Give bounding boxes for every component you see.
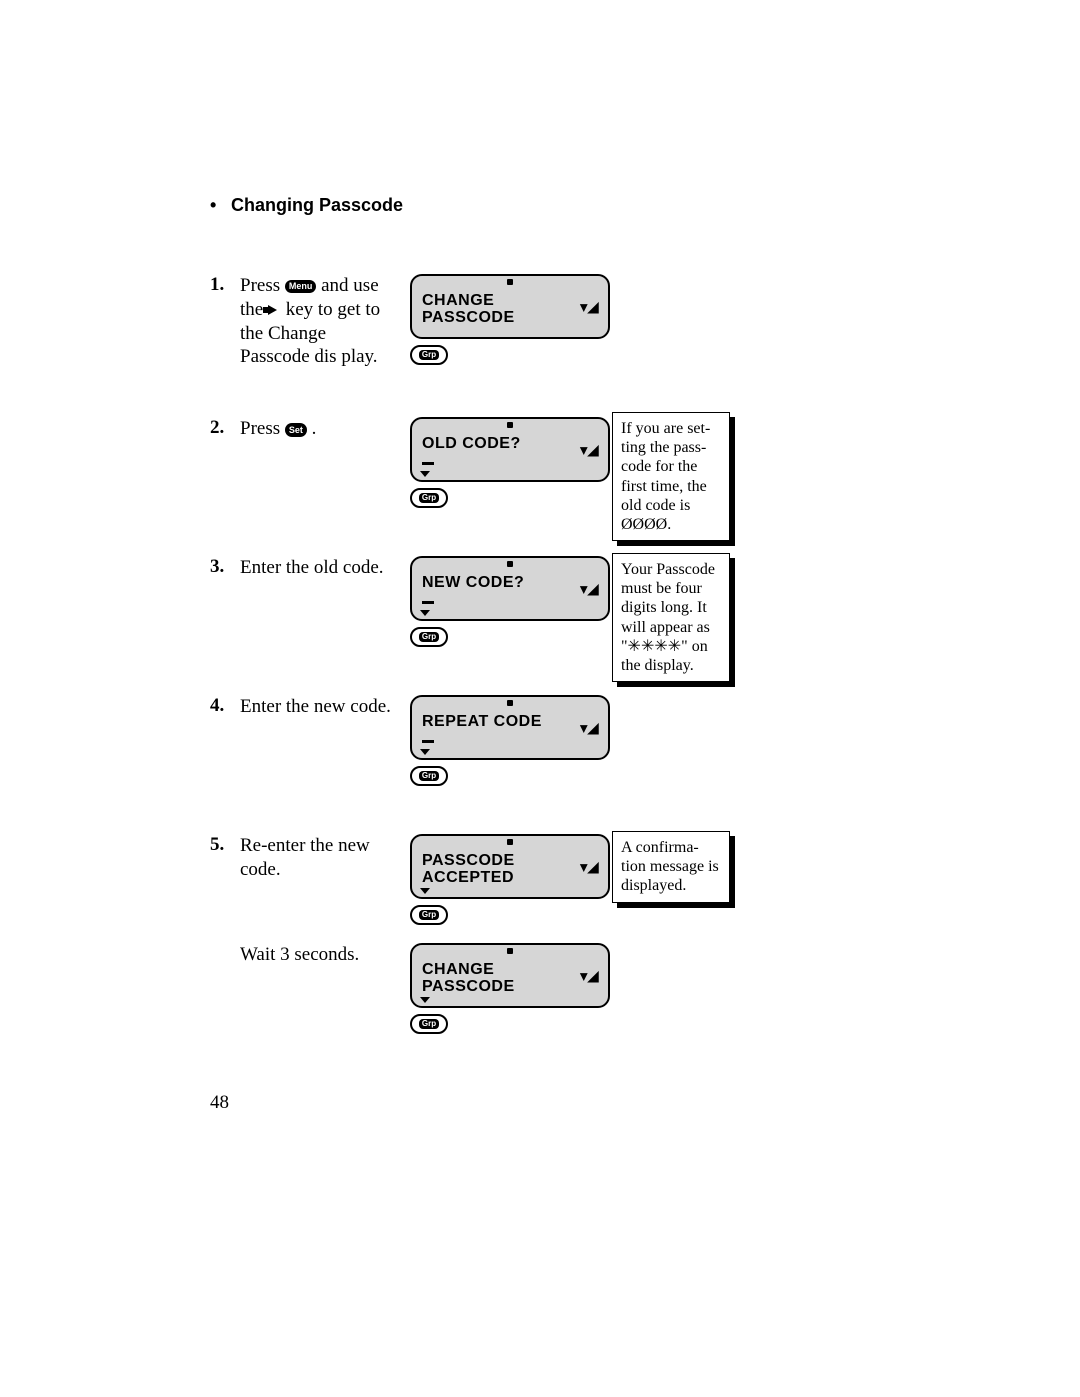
screen-line1: REPEAT CODE [422, 714, 598, 731]
screen-column: ▾◢ CHANGE PASSCODE Grp [410, 274, 625, 365]
note-box: Your Passcode must be four digits long. … [612, 553, 730, 682]
signal-icon: ▾◢ [580, 859, 599, 874]
grp-button: Grp [410, 345, 448, 365]
note-box: A confirma- tion message is displayed. [612, 831, 730, 903]
menu-icon: Menu [285, 280, 317, 293]
arrow-down-icon [420, 997, 430, 1003]
screen-line2: PASSCODE [422, 979, 598, 996]
screen-dot-icon [507, 948, 513, 954]
set-icon: Set [285, 423, 307, 437]
note-box: If you are set- ting the pass- code for … [612, 412, 730, 541]
arrow-right-icon [268, 305, 277, 315]
screen-column: ▾◢ PASSCODE ACCEPTED Grp [410, 834, 625, 925]
lcd-screen: ▾◢ CHANGE PASSCODE [410, 943, 610, 1008]
grp-button: Grp [410, 488, 448, 508]
step-wait: Wait 3 seconds. ▾◢ CHANGE PASSCODE Grp [210, 943, 870, 1034]
screen-line2: PASSCODE [422, 310, 598, 327]
screen-line2: ACCEPTED [422, 870, 598, 887]
lcd-screen: ▾◢ PASSCODE ACCEPTED [410, 834, 610, 899]
lcd-screen: ▾◢ OLD CODE? [410, 417, 610, 482]
step-instruction: Enter the old code. [240, 556, 410, 580]
screen-dot-icon [507, 839, 513, 845]
arrow-down-icon [420, 888, 430, 894]
step-3: 3. Enter the old code. ▾◢ NEW CODE? Grp … [210, 556, 870, 647]
lcd-screen: ▾◢ NEW CODE? [410, 556, 610, 621]
step-1: 1. Press Menu and use the key to get to … [210, 274, 870, 369]
signal-icon: ▾◢ [580, 581, 599, 596]
grp-button: Grp [410, 905, 448, 925]
screen-dot-icon [507, 700, 513, 706]
screen-column: ▾◢ CHANGE PASSCODE Grp [410, 943, 625, 1034]
screen-line1: PASSCODE [422, 853, 598, 870]
arrow-down-icon [420, 610, 430, 616]
screen-column: ▾◢ REPEAT CODE Grp [410, 695, 625, 786]
step-number: 4. [210, 695, 240, 717]
signal-icon: ▾◢ [580, 442, 599, 457]
grp-button: Grp [410, 1014, 448, 1034]
step-2: 2. Press Set . ▾◢ OLD CODE? Grp If you a… [210, 417, 870, 508]
step-number: 5. [210, 834, 240, 856]
screen-line1: CHANGE [422, 293, 598, 310]
step-instruction: Wait 3 seconds. [240, 943, 410, 967]
step-instruction: Enter the new code. [240, 695, 410, 719]
steps-list: 1. Press Menu and use the key to get to … [210, 274, 870, 1034]
step-instruction: Press Menu and use the key to get to the… [240, 274, 410, 369]
page-number: 48 [210, 1092, 229, 1114]
signal-icon: ▾◢ [580, 299, 599, 314]
cursor-icon [422, 601, 434, 604]
screen-dot-icon [507, 279, 513, 285]
signal-icon: ▾◢ [580, 968, 599, 983]
lcd-screen: ▾◢ CHANGE PASSCODE [410, 274, 610, 339]
screen-column: ▾◢ OLD CODE? Grp [410, 417, 625, 508]
step-instruction: Re-enter the new code. [240, 834, 410, 882]
section-title: • Changing Passcode [210, 195, 870, 216]
grp-button: Grp [410, 766, 448, 786]
page-content: • Changing Passcode 1. Press Menu and us… [210, 195, 870, 1034]
screen-line1: OLD CODE? [422, 436, 598, 453]
arrow-down-icon [420, 471, 430, 477]
bullet-icon: • [210, 195, 226, 216]
step-number: 2. [210, 417, 240, 439]
screen-line1: NEW CODE? [422, 575, 598, 592]
step-instruction: Press Set . [240, 417, 410, 441]
signal-icon: ▾◢ [580, 720, 599, 735]
cursor-icon [422, 740, 434, 743]
lcd-screen: ▾◢ REPEAT CODE [410, 695, 610, 760]
title-text: Changing Passcode [231, 195, 403, 215]
step-4: 4. Enter the new code. ▾◢ REPEAT CODE Gr… [210, 695, 870, 786]
cursor-icon [422, 462, 434, 465]
grp-button: Grp [410, 627, 448, 647]
screen-dot-icon [507, 422, 513, 428]
step-number: 3. [210, 556, 240, 578]
screen-column: ▾◢ NEW CODE? Grp [410, 556, 625, 647]
screen-line1: CHANGE [422, 962, 598, 979]
arrow-down-icon [420, 749, 430, 755]
screen-dot-icon [507, 561, 513, 567]
step-number: 1. [210, 274, 240, 296]
step-5: 5. Re-enter the new code. ▾◢ PASSCODE AC… [210, 834, 870, 925]
